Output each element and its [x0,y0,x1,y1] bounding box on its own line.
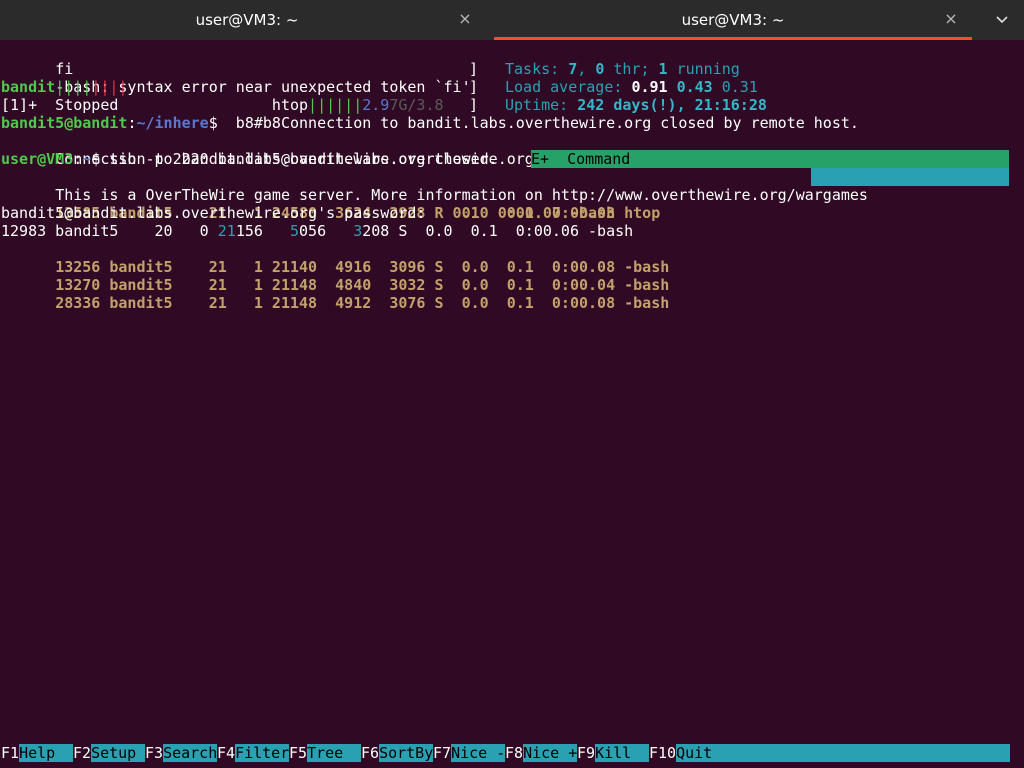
process-row[interactable]: 28336 bandit5 21 1 21148 4912 3076 S 0.0… [1,276,669,312]
htop-uptime: Uptime: 242 days(!), 21:16:28 [505,96,767,114]
active-tab-indicator [494,37,972,40]
terminal-line: bandit5@bandit.labs.overthewire.org's pa… [1,204,616,222]
terminal-output[interactable]: fi -bash: syntax error near unexpected t… [0,42,1024,768]
terminal-line: fi [55,60,74,78]
shell-prompt-line: user@VM3:~$ ssh -p 2220 bandit5@bandit.l… [1,150,534,168]
f8-nice-plus-button[interactable]: F8Nice + [505,744,578,762]
f10-quit-button[interactable]: F10Quit [649,744,1010,762]
terminal-window: user@VM3: ~ × user@VM3: ~ × fi -bash: sy… [0,0,1024,768]
htop-meter-bracket: ] [469,60,479,78]
shell-prompt-line: bandit5@bandit:~/inhere$ b8#b8Connection… [1,114,859,132]
process-row[interactable]: 13256 bandit5 21 1 21140 4916 3096 S 0.0… [1,240,669,276]
terminal-line: [1]+ Stopped htop||||||2.97G/3.8 [1,96,444,114]
htop-cpu-meter: bandit|||||||| [1,78,128,96]
terminal-line: Connection to bandit.labs.overthewire.or… [55,150,498,168]
tab-1-close-icon[interactable]: × [455,9,475,29]
htop-tasks: Tasks: 7, 0 thr; 1 running [505,60,740,78]
tab-1[interactable]: user@VM3: ~ × [0,0,494,40]
f9-kill-button[interactable]: F9Kill [577,744,650,762]
process-row[interactable]: 13270 bandit5 21 1 21148 4840 3032 S 0.0… [1,258,669,294]
htop-meter-bracket: ] [469,96,479,114]
htop-load-average: Load average: 0.91 0.43 0.31 [505,78,758,96]
htop-meter-bracket: ] [469,78,479,96]
f4-filter-button[interactable]: F4Filter [217,744,290,762]
tab-2-close-icon[interactable]: × [941,9,961,29]
f5-tree-button[interactable]: F5Tree [289,744,362,762]
tab-2[interactable]: user@VM3: ~ × [494,0,972,40]
htop-function-bar: F1Help F2Setup F3Search F4Filter F5Tree … [0,744,1010,762]
process-row[interactable]: 12983 bandit5 20 0 21156 5056 3208 S 0.0… [1,222,633,240]
f2-setup-button[interactable]: F2Setup [73,744,146,762]
tab-1-title: user@VM3: ~ [195,11,299,29]
f6-sortby-button[interactable]: F6SortBy [361,744,434,762]
f7-nice-minus-button[interactable]: F7Nice - [433,744,506,762]
htop-column-header[interactable]: E+ Command [531,150,1009,168]
chevron-down-icon[interactable] [990,8,1014,32]
f1-help-button[interactable]: F1Help [1,744,74,762]
terminal-line: -bash: syntax error near unexpected toke… [55,78,471,96]
tab-2-title: user@VM3: ~ [681,11,785,29]
f3-search-button[interactable]: F3Search [145,744,218,762]
tab-bar: user@VM3: ~ × user@VM3: ~ × [0,0,1024,40]
terminal-line: This is a OverTheWire game server. More … [55,186,868,204]
process-row[interactable]: 13585 bandit5 21 1 24580 3624 2928 R 0.0… [1,186,660,222]
